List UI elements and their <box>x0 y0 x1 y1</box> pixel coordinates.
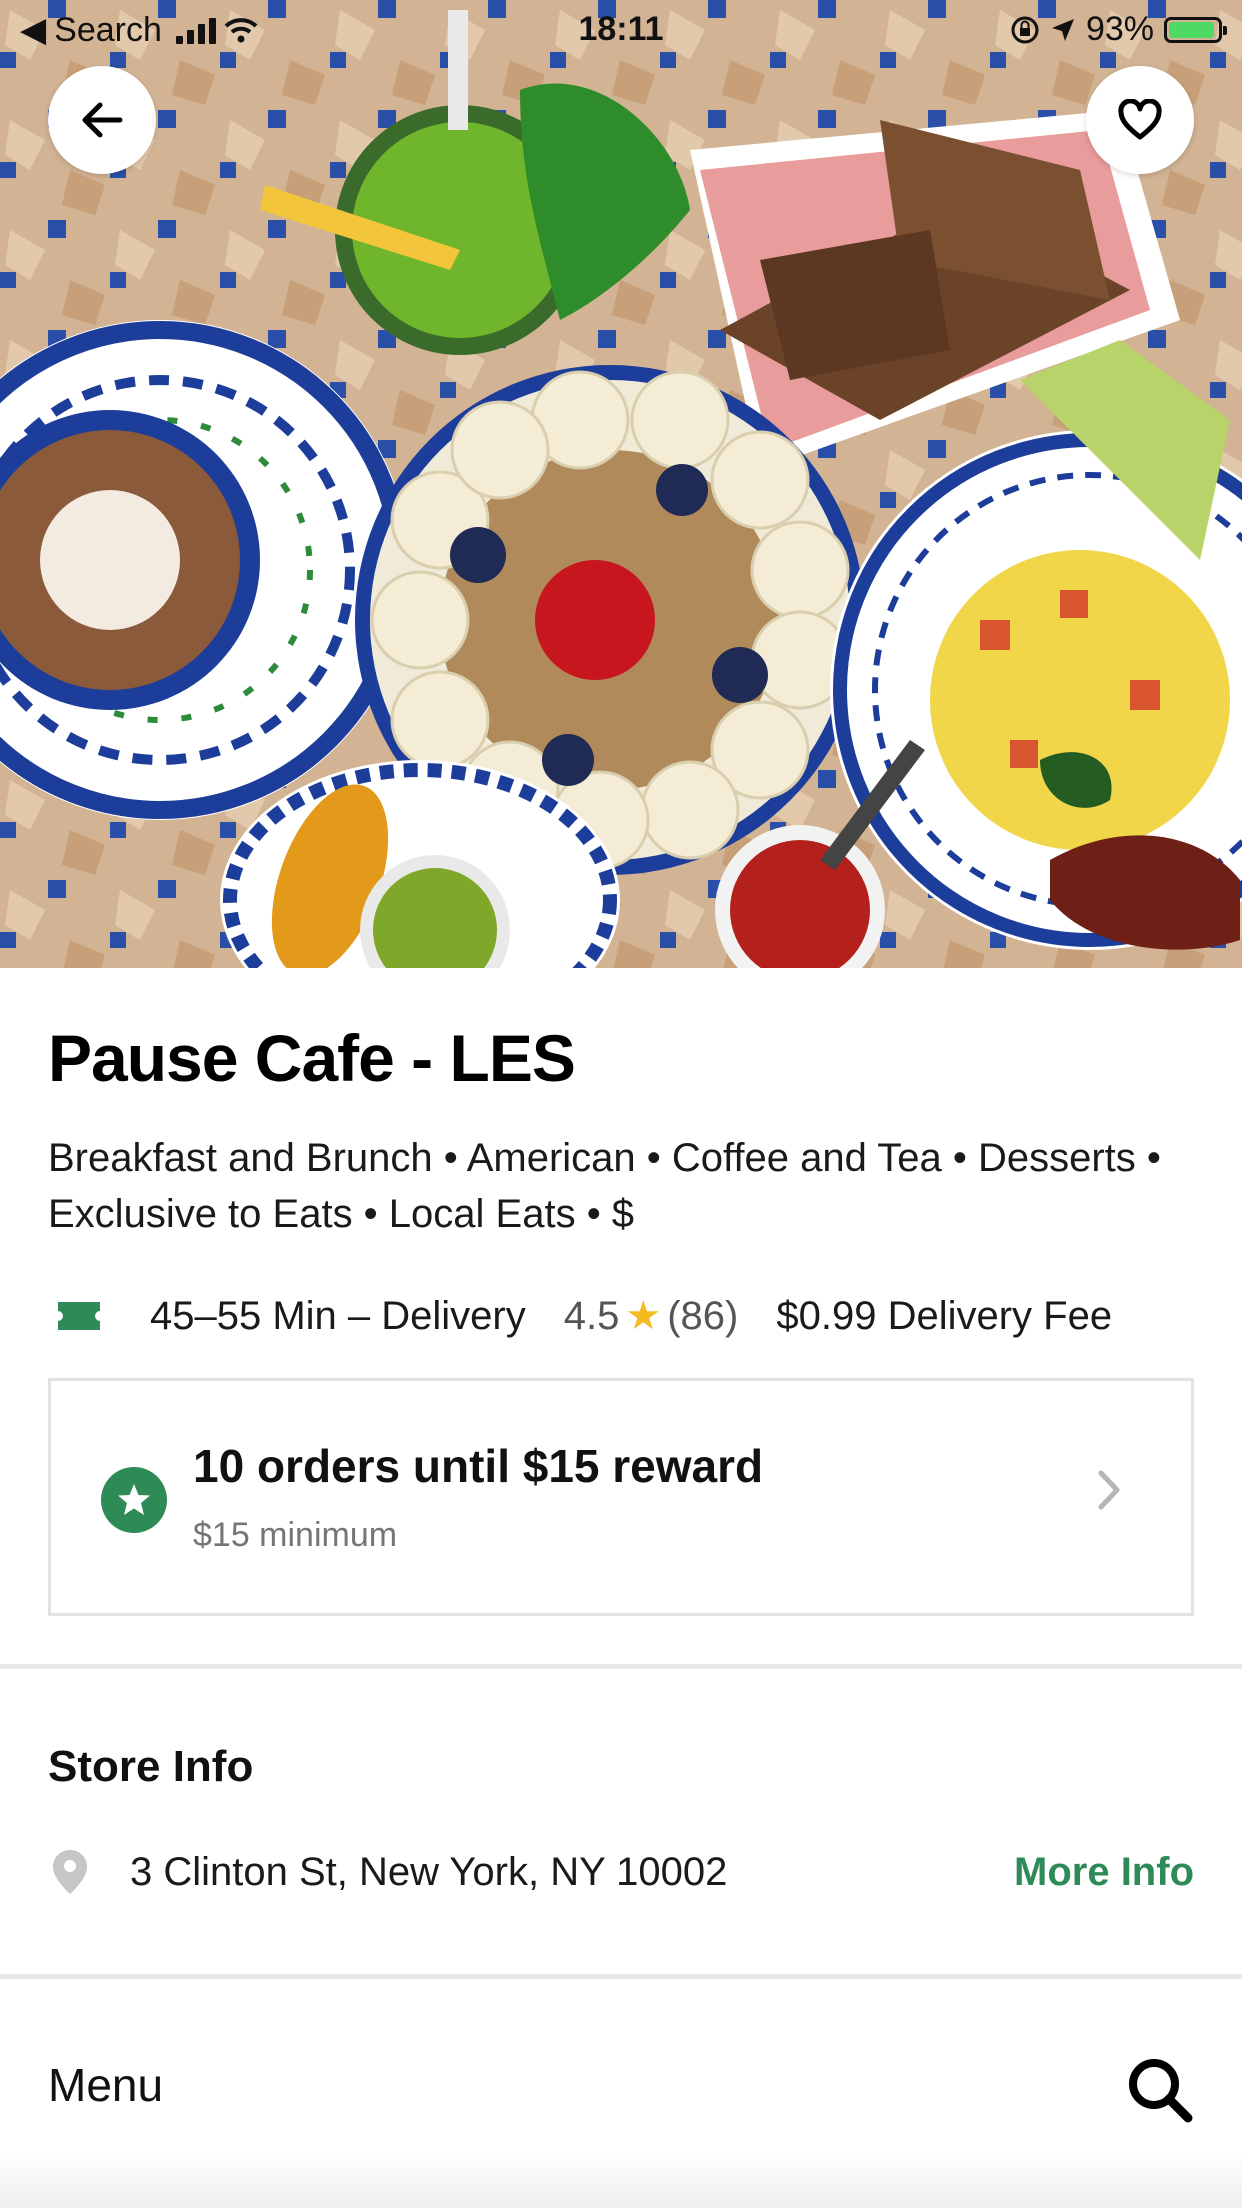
address-row: 3 Clinton St, New York, NY 10002 More In… <box>48 1842 1194 1902</box>
review-count: (86) <box>667 1293 739 1338</box>
section-divider <box>0 1974 1242 1979</box>
store-meta-row: 45–55 Min – Delivery 4.5 ★ (86) $0.99 De… <box>48 1288 1112 1344</box>
search-icon[interactable] <box>1124 2054 1196 2126</box>
reward-subtitle: $15 minimum <box>193 1516 398 1554</box>
food-photo <box>0 0 1242 968</box>
bottom-fade <box>0 2150 1242 2208</box>
hero-image: ◀ Search 18:11 93% <box>0 0 1242 968</box>
rating-value: 4.5 <box>563 1293 620 1338</box>
arrow-left-icon <box>82 102 123 138</box>
menu-heading: Menu <box>48 2059 164 2111</box>
store-address: 3 Clinton St, New York, NY 10002 <box>130 1849 728 1894</box>
rating: 4.5 ★ (86) <box>564 1293 739 1339</box>
reward-card[interactable]: 10 orders until $15 reward $15 minimum <box>48 1378 1194 1616</box>
more-info-link[interactable]: More Info <box>1014 1850 1194 1895</box>
section-divider <box>0 1664 1242 1669</box>
location-pin-icon <box>53 1850 87 1894</box>
status-bar: ◀ Search 18:11 93% <box>0 0 1242 60</box>
reward-title: 10 orders until $15 reward <box>193 1440 764 1492</box>
battery-percent: 93% <box>1085 10 1154 48</box>
star-icon: ★ <box>625 1294 662 1338</box>
store-categories: Breakfast and Brunch • American • Coffee… <box>48 1136 1161 1236</box>
favorite-button[interactable] <box>1086 66 1194 174</box>
status-right: 93% <box>1010 10 1227 49</box>
orientation-lock-icon <box>1011 16 1039 43</box>
delivery-fee: $0.99 Delivery Fee <box>776 1293 1113 1338</box>
store-info-heading: Store Info <box>48 1742 254 1791</box>
location-arrow-icon <box>1051 18 1074 41</box>
chevron-right-icon <box>1098 1470 1120 1510</box>
ticket-icon <box>58 1302 100 1330</box>
battery-icon <box>1164 16 1227 43</box>
back-button[interactable] <box>48 66 156 174</box>
heart-outline-icon <box>1118 99 1162 140</box>
star-badge-icon <box>101 1467 167 1533</box>
store-name: Pause Cafe - LES <box>48 1021 576 1095</box>
delivery-time: 45–55 Min – Delivery <box>150 1293 526 1338</box>
